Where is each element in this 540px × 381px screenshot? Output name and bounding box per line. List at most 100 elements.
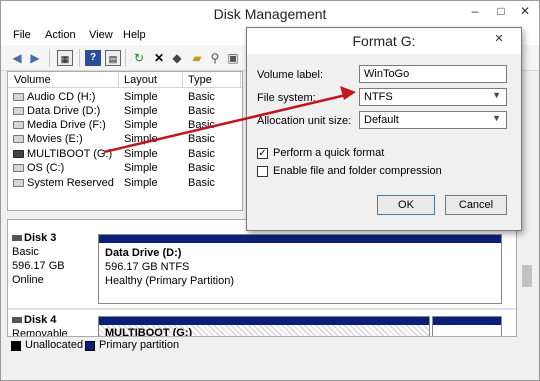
compression-checkbox[interactable] — [257, 166, 268, 177]
column-divider[interactable] — [118, 72, 119, 88]
volume-row[interactable]: MULTIBOOT (G:) Simple Basic — [8, 147, 242, 162]
partition-data-drive[interactable]: Data Drive (D:) 596.17 GB NTFS Healthy (… — [98, 234, 502, 304]
disk-map-panel: Disk 3 Basic 596.17 GB Online Data Drive… — [7, 219, 517, 337]
volume-list-header: Volume Layout Type — [8, 72, 242, 88]
file-system-value: NTFS — [364, 91, 393, 103]
partition-name: Data Drive (D:) — [105, 247, 182, 259]
menu-help[interactable]: Help — [123, 29, 146, 41]
compression-label[interactable]: Enable file and folder compression — [273, 165, 442, 177]
partition-unallocated[interactable] — [432, 316, 502, 336]
volume-layout: Simple — [124, 105, 158, 117]
dialog-title-bar: Format G: ✕ — [247, 28, 521, 54]
volume-type: Basic — [188, 119, 215, 131]
volume-layout: Simple — [124, 148, 158, 160]
volume-type: Basic — [188, 105, 215, 117]
disk-4-info[interactable]: Disk 4 Removable — [12, 314, 92, 337]
partition-multiboot[interactable]: MULTIBOOT (G:) — [98, 316, 430, 337]
partition-size: 596.17 GB NTFS — [105, 261, 190, 273]
show-hide-console-tree-icon[interactable]: ▦ — [57, 50, 73, 66]
quick-format-label[interactable]: Perform a quick format — [273, 147, 384, 159]
volume-row[interactable]: Audio CD (H:) Simple Basic — [8, 90, 242, 105]
search-icon[interactable]: ⚲ — [207, 50, 223, 66]
volume-layout: Simple — [124, 133, 158, 145]
toolbar-separator — [125, 49, 126, 67]
menu-action[interactable]: Action — [45, 29, 76, 41]
refresh-icon[interactable]: ↻ — [131, 50, 147, 66]
help-icon[interactable]: ? — [85, 50, 101, 66]
volume-layout: Simple — [124, 119, 158, 131]
check-disk-icon[interactable]: ◆ — [169, 50, 185, 66]
volume-name: Data Drive (D:) — [27, 105, 101, 117]
disk-status: Online — [12, 274, 44, 286]
partition-status: Healthy (Primary Partition) — [105, 275, 234, 287]
volume-name: Audio CD (H:) — [27, 91, 96, 103]
primary-partition-bar — [433, 317, 501, 325]
close-button[interactable]: ✕ — [517, 4, 533, 18]
partition-name: MULTIBOOT (G:) — [105, 327, 193, 337]
legend-unallocated: Unallocated — [25, 339, 84, 351]
volume-name: Media Drive (F:) — [27, 119, 106, 131]
ok-button[interactable]: OK — [377, 195, 435, 215]
volume-row[interactable]: Media Drive (F:) Simple Basic — [8, 118, 242, 133]
properties-icon[interactable]: ▤ — [105, 50, 121, 66]
volume-name: Movies (E:) — [27, 133, 83, 145]
quick-format-checkbox[interactable]: ✓ — [257, 148, 268, 159]
unallocated-swatch — [11, 341, 21, 351]
column-layout[interactable]: Layout — [124, 74, 157, 86]
volume-list: Volume Layout Type Audio CD (H:) Simple … — [7, 71, 243, 211]
minimize-button[interactable]: – — [467, 4, 483, 18]
volume-type: Basic — [188, 133, 215, 145]
maximize-button[interactable]: □ — [493, 4, 509, 18]
cancel-button[interactable]: Cancel — [445, 195, 507, 215]
primary-partition-bar — [99, 317, 429, 325]
delete-icon[interactable]: ✕ — [151, 50, 167, 66]
primary-partition-swatch — [85, 341, 95, 351]
volume-row[interactable]: OS (C:) Simple Basic — [8, 161, 242, 176]
volume-type: Basic — [188, 162, 215, 174]
volume-label-value: WinToGo — [364, 68, 410, 80]
file-system-dropdown[interactable]: NTFS ▼ — [359, 88, 507, 106]
menu-file[interactable]: File — [13, 29, 31, 41]
drive-icon — [13, 179, 24, 187]
allocation-unit-size-value: Default — [364, 114, 399, 126]
scrollbar-thumb[interactable] — [522, 265, 532, 287]
volume-type: Basic — [188, 177, 215, 189]
disk-size: 596.17 GB — [12, 260, 65, 272]
column-divider[interactable] — [240, 72, 241, 88]
volume-row[interactable]: System Reserved Simple Basic — [8, 176, 242, 191]
volume-row[interactable]: Data Drive (D:) Simple Basic — [8, 104, 242, 119]
volume-list-scroll-area — [519, 71, 539, 221]
drive-icon — [13, 135, 24, 143]
window-title: Disk Management — [213, 6, 327, 22]
drive-icon — [13, 164, 24, 172]
check-icon: ✓ — [258, 148, 267, 159]
disk-3-info[interactable]: Disk 3 Basic 596.17 GB Online — [12, 232, 92, 286]
disk-panel-scrollbar[interactable] — [519, 219, 535, 337]
volume-label-label: Volume label: — [257, 69, 324, 81]
menu-view[interactable]: View — [89, 29, 113, 41]
column-type[interactable]: Type — [188, 74, 212, 86]
dialog-close-button[interactable]: ✕ — [489, 32, 509, 48]
volume-name: OS (C:) — [27, 162, 65, 174]
open-folder-icon[interactable]: ▰ — [189, 50, 205, 66]
title-bar: Disk Management – □ ✕ — [1, 1, 539, 27]
drive-icon — [13, 121, 24, 129]
toolbar-separator — [49, 49, 50, 67]
column-volume[interactable]: Volume — [14, 74, 51, 86]
chevron-down-icon: ▼ — [492, 90, 501, 100]
drive-icon — [13, 107, 24, 115]
disk-name-text: Disk 4 — [24, 314, 57, 326]
volume-type: Basic — [188, 91, 215, 103]
format-dialog: Format G: ✕ Volume label: WinToGo File s… — [246, 27, 522, 231]
forward-icon[interactable]: ▶ — [27, 50, 43, 66]
volume-name: MULTIBOOT (G:) — [27, 148, 113, 160]
volume-row[interactable]: Movies (E:) Simple Basic — [8, 132, 242, 147]
disk-type: Removable — [12, 328, 68, 337]
disk-name: Disk 4 — [12, 314, 92, 326]
column-divider[interactable] — [182, 72, 183, 88]
settings-icon[interactable]: ▣ — [225, 50, 241, 66]
back-icon[interactable]: ◀ — [9, 50, 25, 66]
volume-label-input[interactable]: WinToGo — [359, 65, 507, 83]
volume-layout: Simple — [124, 177, 158, 189]
allocation-unit-size-dropdown[interactable]: Default ▼ — [359, 111, 507, 129]
